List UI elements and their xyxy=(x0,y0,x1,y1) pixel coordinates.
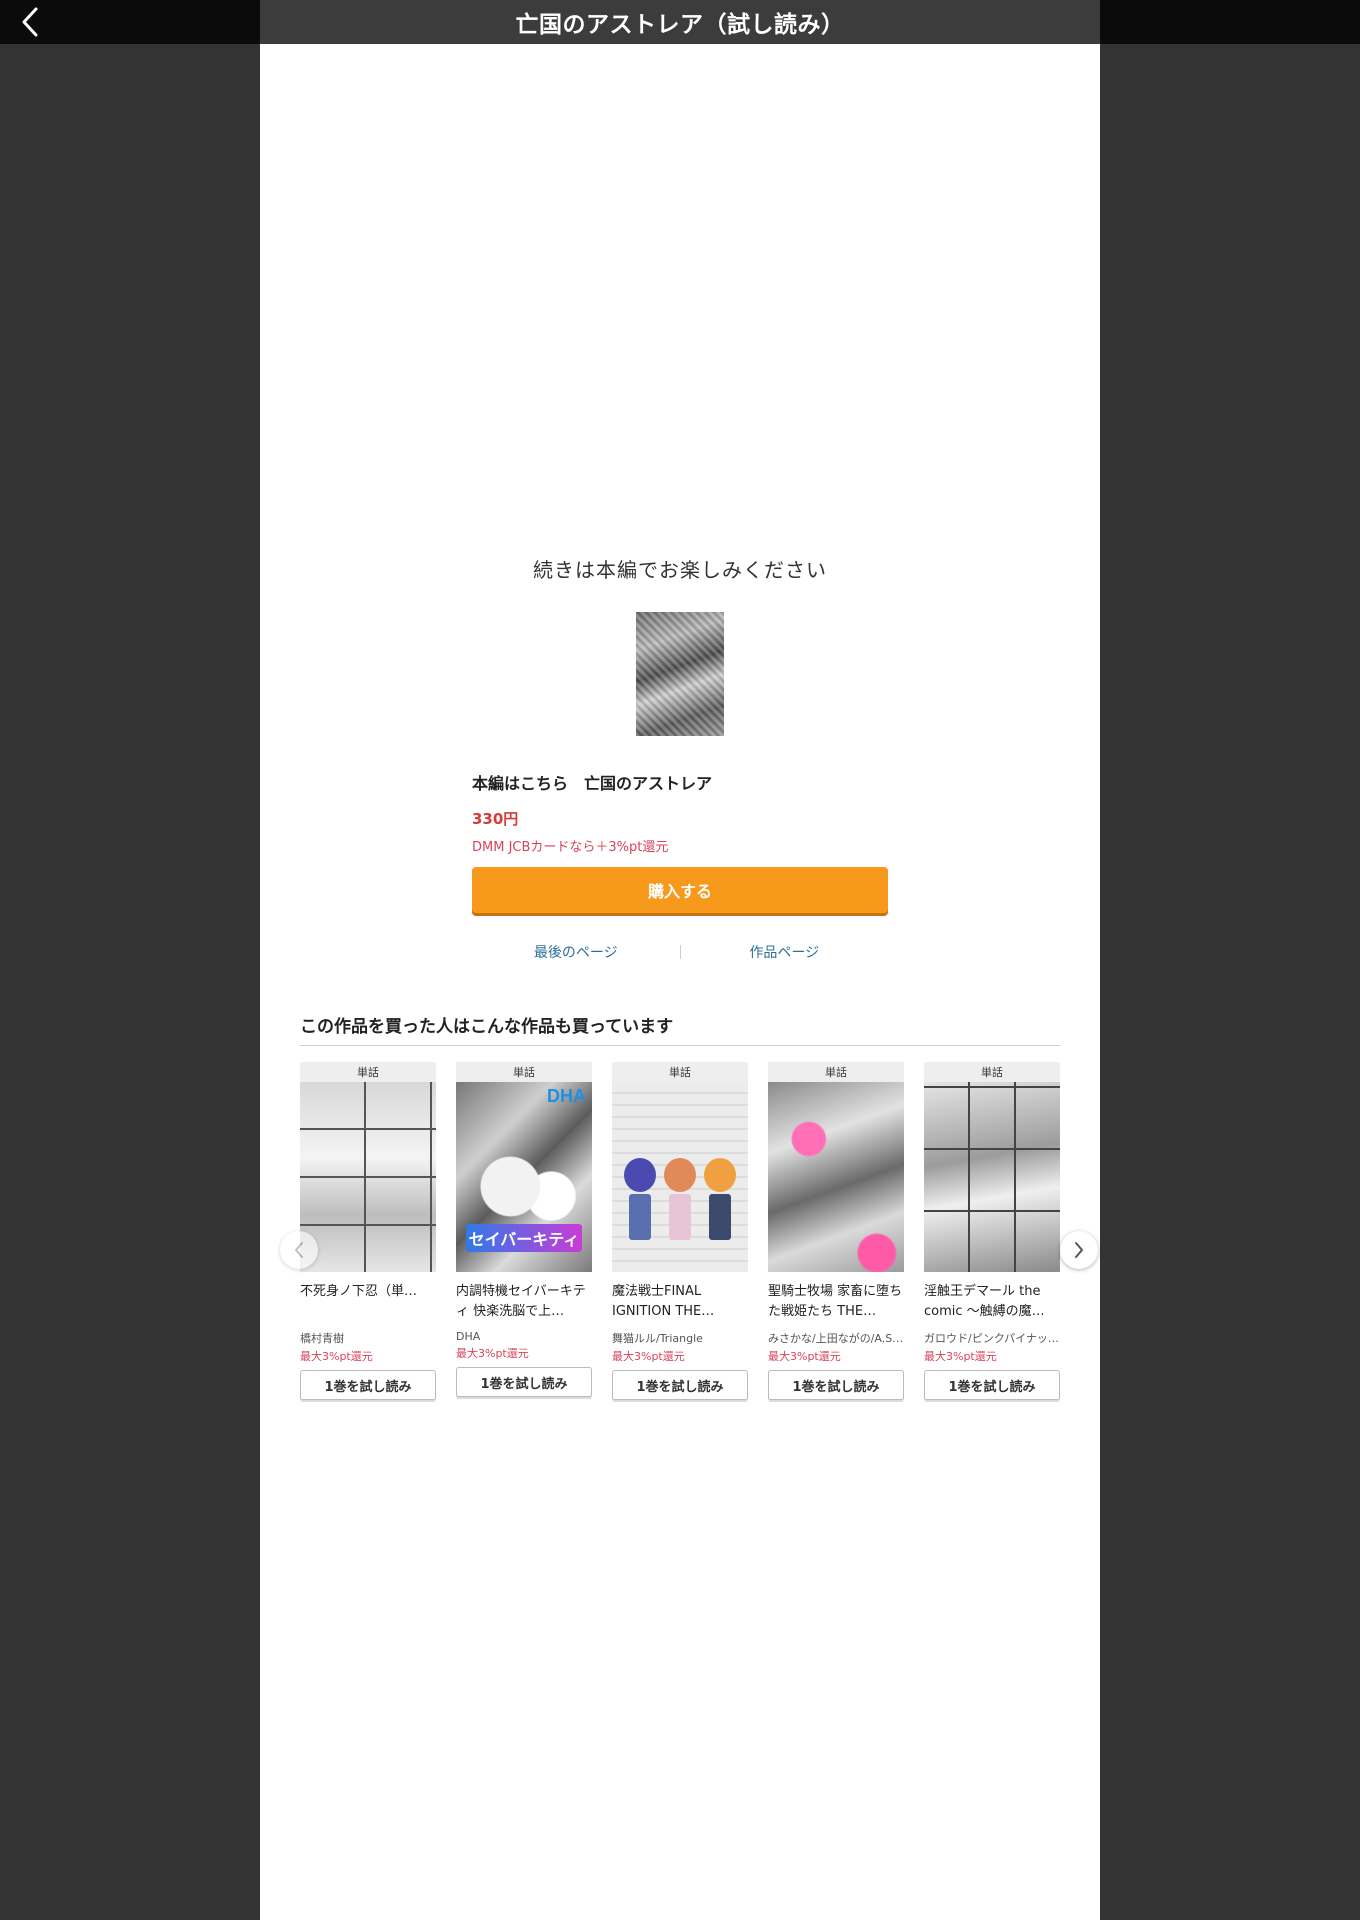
viewer-title: 亡国のアストレア（試し読み） xyxy=(260,0,1100,44)
page-links: 最後のページ 作品ページ xyxy=(472,942,888,962)
cover-thumbnail[interactable] xyxy=(612,1082,748,1272)
item-title[interactable]: 淫触王デマール the comic ～触縛の魔… xyxy=(924,1282,1060,1322)
item-title[interactable]: 内調特機セイバーキティ 快楽洗脳で上… xyxy=(456,1282,592,1322)
product-name[interactable]: 本編はこちら 亡国のアストレア xyxy=(472,770,712,794)
item-type-badge: 単話 xyxy=(768,1062,904,1082)
cover-thumbnail[interactable] xyxy=(768,1082,904,1272)
work-page-link[interactable]: 作品ページ xyxy=(681,942,889,962)
try-read-button[interactable]: 1巻を試し読み xyxy=(768,1370,904,1400)
heading-divider xyxy=(300,1045,1060,1046)
recommendations-heading: この作品を買った人はこんな作品も買っています xyxy=(300,1017,674,1037)
item-point-note: 最大3%pt還元 xyxy=(300,1350,373,1363)
item-title[interactable]: 聖騎士牧場 家畜に堕ちた戦姫たち THE… xyxy=(768,1282,904,1322)
price: 330円 xyxy=(472,810,519,828)
item-point-note: 最大3%pt還元 xyxy=(768,1350,841,1363)
cover-thumbnail[interactable]: DHA セイバーキティ xyxy=(456,1082,592,1272)
try-read-button[interactable]: 1巻を試し読み xyxy=(612,1370,748,1400)
item-point-note: 最大3%pt還元 xyxy=(924,1350,997,1363)
character-figure xyxy=(664,1158,696,1254)
character-figure xyxy=(624,1158,656,1254)
recommendation-card[interactable]: 単話 魔法戦士FINAL IGNITION THE… 舞猫ルル/Triangle… xyxy=(612,1062,748,1402)
recommendation-card[interactable]: 単話 不死身ノ下忍（単… 橋村青樹 最大3%pt還元 1巻を試し読み xyxy=(300,1062,436,1402)
main-cover-image[interactable] xyxy=(636,612,724,736)
viewer-page: 続きは本編でお楽しみください 本編はこちら 亡国のアストレア 330円 DMM … xyxy=(260,44,1100,1920)
try-read-button[interactable]: 1巻を試し読み xyxy=(924,1370,1060,1400)
item-author[interactable]: DHA xyxy=(456,1330,592,1343)
item-author[interactable]: 舞猫ルル/Triangle xyxy=(612,1330,748,1346)
top-bar: 亡国のアストレア（試し読み） xyxy=(0,0,1360,44)
continue-message: 続きは本編でお楽しみください xyxy=(533,558,827,582)
item-point-note: 最大3%pt還元 xyxy=(456,1347,529,1360)
item-author[interactable]: ガロウド/ピンクパイナッ… xyxy=(924,1330,1060,1346)
character-figure xyxy=(704,1158,736,1254)
recommendation-card[interactable]: 単話 淫触王デマール the comic ～触縛の魔… ガロウド/ピンクパイナッ… xyxy=(924,1062,1060,1402)
recommendations-carousel: 単話 不死身ノ下忍（単… 橋村青樹 最大3%pt還元 1巻を試し読み 単話 DH… xyxy=(300,1062,1060,1402)
item-type-badge: 単話 xyxy=(456,1062,592,1082)
publisher-logo: DHA xyxy=(547,1086,586,1106)
try-read-button[interactable]: 1巻を試し読み xyxy=(456,1367,592,1397)
try-read-button[interactable]: 1巻を試し読み xyxy=(300,1370,436,1400)
item-type-badge: 単話 xyxy=(612,1062,748,1082)
item-point-note: 最大3%pt還元 xyxy=(612,1350,685,1363)
jcb-point-note: DMM JCBカードなら＋3%pt還元 xyxy=(472,840,669,855)
last-page-link[interactable]: 最後のページ xyxy=(472,942,680,962)
item-title[interactable]: 不死身ノ下忍（単… xyxy=(300,1282,436,1322)
chevron-left-icon xyxy=(295,1242,303,1258)
item-title[interactable]: 魔法戦士FINAL IGNITION THE… xyxy=(612,1282,748,1322)
cover-title-text: セイバーキティ xyxy=(466,1224,582,1252)
buy-button[interactable]: 購入する xyxy=(472,867,888,913)
item-author[interactable]: 橋村青樹 xyxy=(300,1330,436,1346)
carousel-prev-button[interactable] xyxy=(280,1231,318,1269)
chevron-right-icon xyxy=(1075,1242,1083,1258)
cover-thumbnail[interactable] xyxy=(300,1082,436,1272)
cover-thumbnail[interactable] xyxy=(924,1082,1060,1272)
recommendation-card[interactable]: 単話 聖騎士牧場 家畜に堕ちた戦姫たち THE… みさかな/上田ながの/A.S…… xyxy=(768,1062,904,1402)
item-type-badge: 単話 xyxy=(300,1062,436,1082)
back-button[interactable] xyxy=(14,6,46,38)
recommendation-card[interactable]: 単話 DHA セイバーキティ 内調特機セイバーキティ 快楽洗脳で上… DHA 最… xyxy=(456,1062,592,1402)
chevron-left-icon xyxy=(22,7,38,37)
item-type-badge: 単話 xyxy=(924,1062,1060,1082)
carousel-next-button[interactable] xyxy=(1060,1231,1098,1269)
item-author[interactable]: みさかな/上田ながの/A.S… xyxy=(768,1330,904,1346)
